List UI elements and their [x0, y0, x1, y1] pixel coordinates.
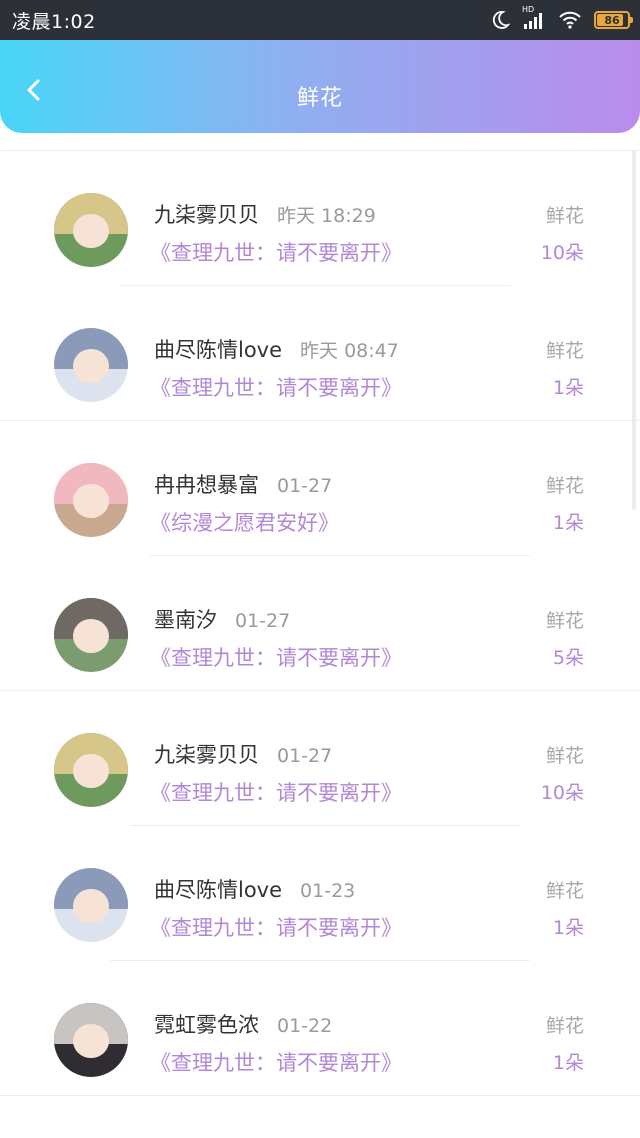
gift-record-list[interactable]: 九柒雾贝贝 昨天 18:29 《查理九世：请不要离开》 鲜花 10朵 曲尽陈情lo… [0, 150, 640, 1138]
gift-time: 01-27 [277, 745, 333, 767]
list-item[interactable]: 九柒雾贝贝 昨天 18:29 《查理九世：请不要离开》 鲜花 10朵 [0, 151, 640, 286]
avatar-face [73, 888, 109, 923]
gift-count: 5朵 [552, 647, 584, 669]
status-time: 凌晨1:02 [12, 10, 96, 33]
gift-time: 01-27 [235, 610, 291, 632]
gift-count: 1朵 [552, 377, 584, 399]
gift-type-label: 鲜花 [545, 880, 584, 902]
book-title[interactable]: 《查理九世：请不要离开》 [150, 912, 402, 942]
list-item[interactable]: 冉冉想暴富 01-27 《综漫之愿君安好》 鲜花 1朵 [0, 421, 640, 556]
gift-count: 1朵 [552, 512, 584, 534]
book-title[interactable]: 《综漫之愿君安好》 [150, 507, 339, 537]
avatar[interactable] [54, 463, 128, 537]
battery-level: 86 [604, 13, 620, 27]
list-item[interactable]: 曲尽陈情love 01-23 《查理九世：请不要离开》 鲜花 1朵 [0, 826, 640, 961]
avatar[interactable] [54, 598, 128, 672]
status-bar: 凌晨1:02 HD 86 [0, 0, 640, 40]
book-title[interactable]: 《查理九世：请不要离开》 [150, 372, 402, 402]
avatar-face [73, 753, 109, 788]
user-name[interactable]: 墨南汐 01-27 [154, 604, 290, 634]
gift-type-label: 鲜花 [545, 340, 584, 362]
gift-count: 1朵 [552, 917, 584, 939]
avatar-face [73, 348, 109, 383]
scrollbar[interactable] [632, 150, 636, 510]
moon-icon [492, 11, 510, 29]
gift-count: 10朵 [540, 242, 584, 264]
avatar[interactable] [54, 868, 128, 942]
list-item[interactable]: 霓虹雾色浓 01-22 《查理九世：请不要离开》 鲜花 1朵 [0, 961, 640, 1096]
book-title[interactable]: 《查理九世：请不要离开》 [150, 237, 402, 267]
battery-icon: 86 [594, 11, 633, 29]
gift-type-label: 鲜花 [545, 1015, 584, 1037]
gift-time: 昨天 08:47 [300, 340, 399, 362]
user-name[interactable]: 冉冉想暴富 01-27 [154, 469, 332, 499]
page-title: 鲜花 [296, 86, 343, 111]
user-name[interactable]: 霓虹雾色浓 01-22 [154, 1009, 332, 1039]
user-name[interactable]: 曲尽陈情love 昨天 08:47 [154, 334, 399, 364]
list-item[interactable]: 曲尽陈情love 昨天 08:47 《查理九世：请不要离开》 鲜花 1朵 [0, 286, 640, 421]
gift-type-label: 鲜花 [545, 610, 584, 632]
avatar-face [73, 1023, 109, 1058]
network-type-label: HD [522, 5, 535, 14]
status-icons: HD 86 [490, 5, 633, 30]
book-title[interactable]: 《查理九世：请不要离开》 [150, 777, 402, 807]
gift-type-label: 鲜花 [545, 205, 584, 227]
avatar-face [73, 213, 109, 248]
gift-count: 10朵 [540, 782, 584, 804]
gift-type-label: 鲜花 [545, 475, 584, 497]
avatar[interactable] [54, 328, 128, 402]
user-name[interactable]: 九柒雾贝贝 01-27 [154, 739, 332, 769]
user-name[interactable]: 曲尽陈情love 01-23 [154, 874, 355, 904]
avatar-face [73, 483, 109, 518]
header: 鲜花 [0, 40, 640, 133]
avatar[interactable] [54, 193, 128, 267]
gift-time: 昨天 18:29 [277, 205, 376, 227]
avatar-face [73, 618, 109, 653]
gift-count: 1朵 [552, 1052, 584, 1074]
row-divider [0, 1095, 640, 1096]
wifi-icon [559, 11, 581, 29]
gift-time: 01-23 [300, 880, 356, 902]
book-title[interactable]: 《查理九世：请不要离开》 [150, 642, 402, 672]
avatar[interactable] [54, 1003, 128, 1077]
gift-type-label: 鲜花 [545, 745, 584, 767]
user-name[interactable]: 九柒雾贝贝 昨天 18:29 [154, 199, 376, 229]
list-item[interactable]: 九柒雾贝贝 01-27 《查理九世：请不要离开》 鲜花 10朵 [0, 691, 640, 826]
avatar[interactable] [54, 733, 128, 807]
gift-time: 01-27 [277, 475, 333, 497]
list-item[interactable]: 墨南汐 01-27 《查理九世：请不要离开》 鲜花 5朵 [0, 556, 640, 691]
book-title[interactable]: 《查理九世：请不要离开》 [150, 1047, 402, 1077]
gift-time: 01-22 [277, 1015, 333, 1037]
